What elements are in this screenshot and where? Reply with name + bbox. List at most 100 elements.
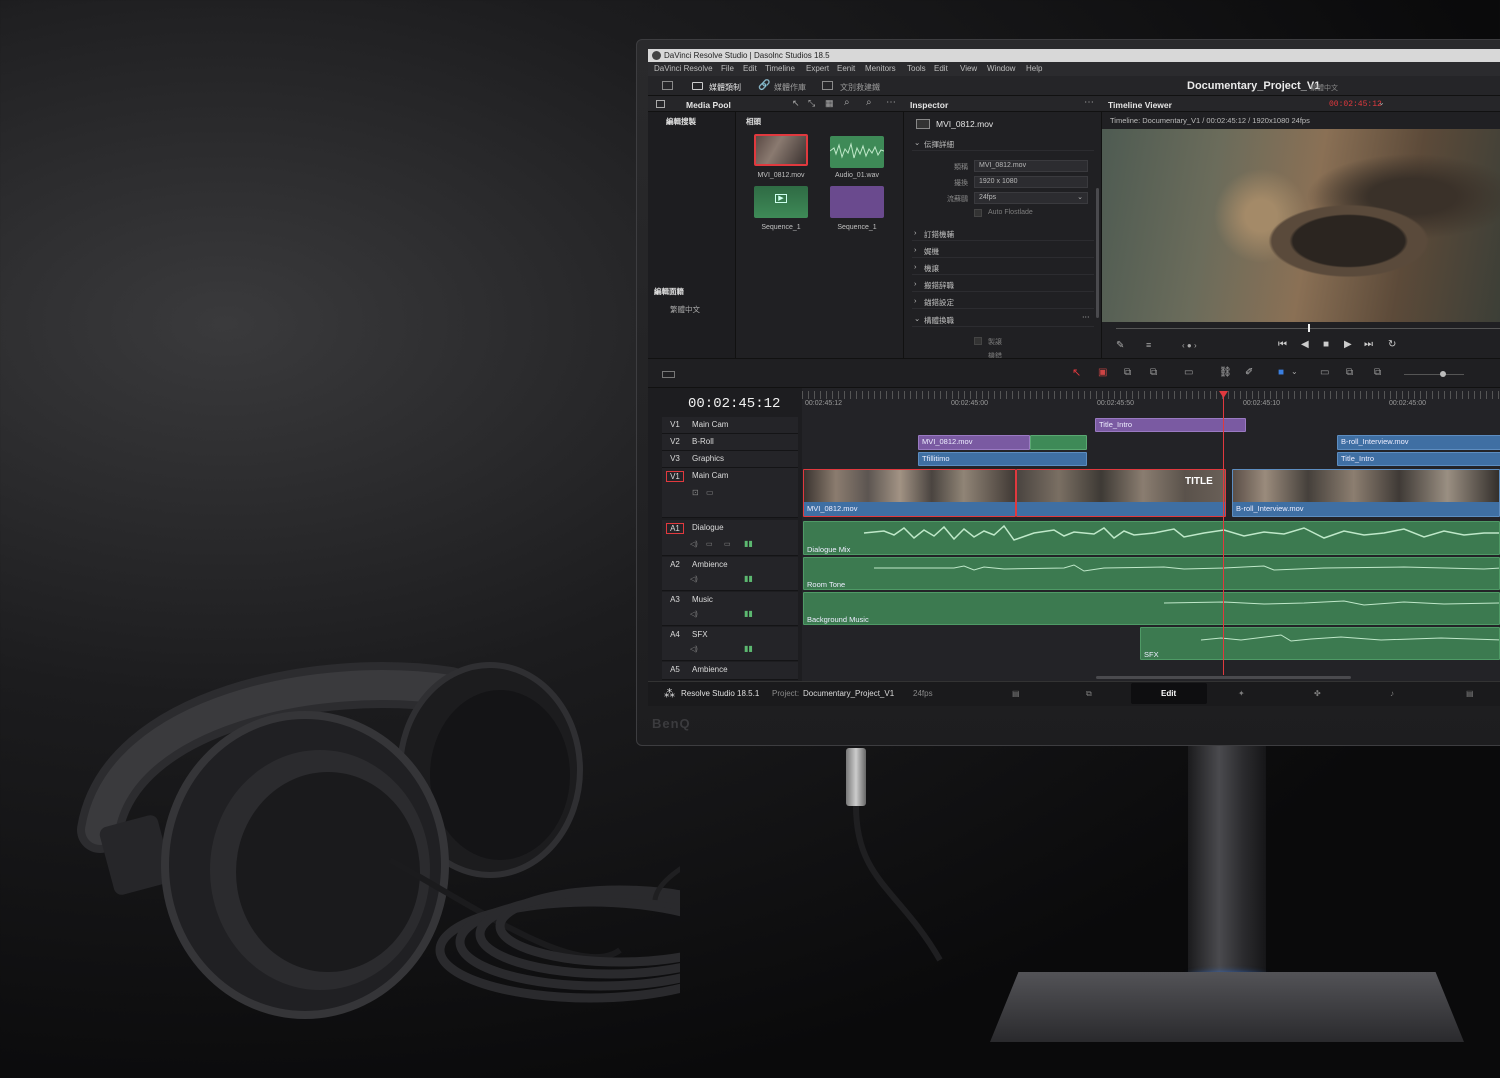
track-header-v1-main[interactable]: V1 Main Cam ⊡ ▭ (662, 468, 798, 518)
link-icon[interactable]: 🔗 (758, 80, 770, 91)
timeline-view-icon[interactable] (662, 371, 675, 378)
search-icon[interactable]: ⌕ (844, 97, 850, 108)
viewer-image-offroad-truck[interactable] (1102, 129, 1500, 322)
skip-forward-icon[interactable]: ⏭ (1364, 339, 1373, 350)
clip-thumb-video[interactable] (754, 134, 808, 166)
pen-tool-icon[interactable]: ✎ (1116, 340, 1124, 351)
razor-icon[interactable]: ✐ (1245, 367, 1253, 378)
list-icon[interactable]: ≡ (1146, 340, 1151, 350)
play-icon[interactable]: ▶ (1344, 339, 1352, 350)
timeline-playhead[interactable] (1223, 391, 1224, 675)
track-header-a5[interactable]: A5 Ambience (662, 662, 798, 680)
audio-icon[interactable]: ⧉ (1346, 367, 1353, 378)
link-icon[interactable]: ⛓ (1219, 367, 1232, 378)
timeline-timecode[interactable]: 00:02:45:12 (688, 396, 780, 412)
menu-expert[interactable]: Expert (806, 64, 829, 73)
field-name[interactable]: MVI_0812.mov (974, 160, 1088, 172)
marker-icon[interactable]: ▭ (1320, 367, 1329, 378)
track-header-a4[interactable]: A4 SFX ◁) ▮▮ (662, 627, 798, 661)
timecode-chevron-icon[interactable]: ⌄ (1378, 98, 1385, 107)
section-4[interactable]: › 搬錯辞職 (912, 277, 1094, 292)
blade-icon[interactable]: ⧉ (1150, 367, 1157, 378)
clip-title-intro-v3[interactable]: Title_Intro (1337, 452, 1500, 466)
menu-davinci[interactable]: DaVinci Resolve (654, 64, 713, 73)
toolbar-media[interactable]: 媒體類制 (709, 82, 741, 93)
zoom-fit-icon[interactable]: ⧉ (1374, 367, 1381, 378)
color-page-icon[interactable]: ✤ (1314, 689, 1321, 698)
clip-audio-room[interactable]: Room Tone (803, 557, 1500, 590)
menu-help[interactable]: Help (1026, 64, 1042, 73)
speaker-icon[interactable]: ◁) (690, 575, 698, 583)
clip-audio-dialogue[interactable]: Dialogue Mix (803, 521, 1500, 555)
field-resolution[interactable]: 1920 x 1080 (974, 176, 1088, 188)
menu-window[interactable]: Window (987, 64, 1015, 73)
menu-view[interactable]: View (960, 64, 977, 73)
track-header-v3[interactable]: V3 Graphics (662, 451, 798, 468)
deliver-page-icon[interactable]: ▤ (1466, 689, 1474, 698)
media-page-icon[interactable]: ▤ (1012, 689, 1020, 698)
section-6[interactable]: ⌄ 構體換職 ⋯ (912, 312, 1094, 327)
track-header-v2[interactable]: V2 B-Roll (662, 434, 798, 451)
panel-toggle-icon[interactable] (656, 100, 665, 108)
pointer-icon[interactable]: ↖ (792, 98, 800, 109)
overwrite-icon[interactable]: ▭ (1184, 367, 1193, 378)
loop-icon[interactable]: ↻ (1388, 339, 1396, 350)
skip-back-icon[interactable]: ⏮ (1278, 339, 1287, 350)
clip-thumb-audio[interactable] (829, 136, 885, 168)
side-label-lang[interactable]: 繁體中文 (670, 304, 700, 315)
clip-thumb-sequence[interactable]: ▶ (754, 186, 808, 218)
layout-icon[interactable] (662, 81, 673, 90)
menu-edit-2[interactable]: Edit (934, 64, 948, 73)
folder-icon[interactable] (692, 82, 703, 90)
menu-tools[interactable]: Tools (907, 64, 926, 73)
menu-timeline[interactable]: Timeline (765, 64, 795, 73)
fusion-page-icon[interactable]: ✦ (1238, 689, 1245, 698)
sub-checkbox-1[interactable] (974, 337, 982, 345)
side-label-edit[interactable]: 編輯面籍 (654, 286, 684, 297)
toolbar-docs[interactable]: 文別救建鐵 (840, 82, 880, 93)
zoom-slider-knob[interactable] (1440, 371, 1446, 377)
cut-page-icon[interactable]: ⧉ (1086, 689, 1092, 699)
speaker-icon[interactable]: ◁) (690, 645, 698, 653)
filmstrip-icon[interactable]: ▦ (825, 98, 834, 109)
toolbar-library[interactable]: 媒體作庫 (774, 82, 806, 93)
speaker-icon[interactable]: ◁) (690, 540, 698, 548)
jog-icon[interactable]: ‹ ● › (1182, 341, 1197, 350)
track-header-a3[interactable]: A3 Music ◁) ▮▮ (662, 592, 798, 626)
transform-icon[interactable]: ⤡ (808, 98, 815, 109)
flag-icon[interactable]: ■ (1278, 367, 1284, 378)
timeline-scrollbar[interactable] (1096, 676, 1351, 679)
menu-edit[interactable]: Edit (743, 64, 757, 73)
viewer-timecode[interactable]: 00:02:45:12 (1329, 100, 1382, 109)
menu-file[interactable]: File (721, 64, 734, 73)
inspector-scrollbar[interactable] (1096, 188, 1099, 318)
timeline-ruler[interactable] (802, 391, 1500, 399)
track-header-v1-top[interactable]: V1 Main Cam (662, 417, 798, 434)
section-3[interactable]: › 機譲 (912, 260, 1094, 275)
section-2[interactable]: › 娓機 (912, 243, 1094, 258)
clip-main-2[interactable]: B-roll_Interview.mov (1232, 469, 1500, 517)
inspector-more-icon[interactable]: ⋯ (1084, 97, 1094, 108)
clip-thumb-title[interactable] (830, 186, 884, 218)
menu-eenit[interactable]: Eenit (837, 64, 855, 73)
reverse-icon[interactable]: ◀ (1301, 339, 1309, 350)
lock-icon[interactable]: ⊡ (692, 488, 699, 497)
fairlight-page-icon[interactable]: ♪ (1390, 689, 1394, 698)
stop-icon[interactable]: ■ (1323, 339, 1329, 350)
section-5[interactable]: › 錨錯設定 (912, 294, 1094, 309)
clip-audio-music[interactable]: Background Music (803, 592, 1500, 625)
clip-audio-sfx[interactable]: SFX (1140, 627, 1500, 660)
trim-tool-icon[interactable]: ▣ (1098, 367, 1107, 378)
clip-green-v2[interactable] (1030, 435, 1087, 450)
bin-header[interactable]: 編輯搜製 (666, 116, 696, 127)
clip-main-1[interactable]: MVI_0812.mov (803, 469, 1016, 517)
clip-broll-v2[interactable]: MVI_0812.mov (918, 435, 1030, 450)
playhead-marker[interactable] (1308, 324, 1310, 332)
clip-main-title[interactable]: TITLE (1016, 469, 1226, 517)
selection-tool-icon[interactable]: ↖ (1072, 366, 1081, 379)
flag-chevron-icon[interactable]: ⌄ (1291, 367, 1298, 376)
zoom-icon[interactable]: ⌕ (866, 97, 872, 108)
mute-icon[interactable]: ▭ (724, 540, 731, 548)
section-details[interactable]: ⌄ 伝揮詳細 (912, 136, 1094, 151)
zoom-slider[interactable] (1404, 374, 1464, 375)
